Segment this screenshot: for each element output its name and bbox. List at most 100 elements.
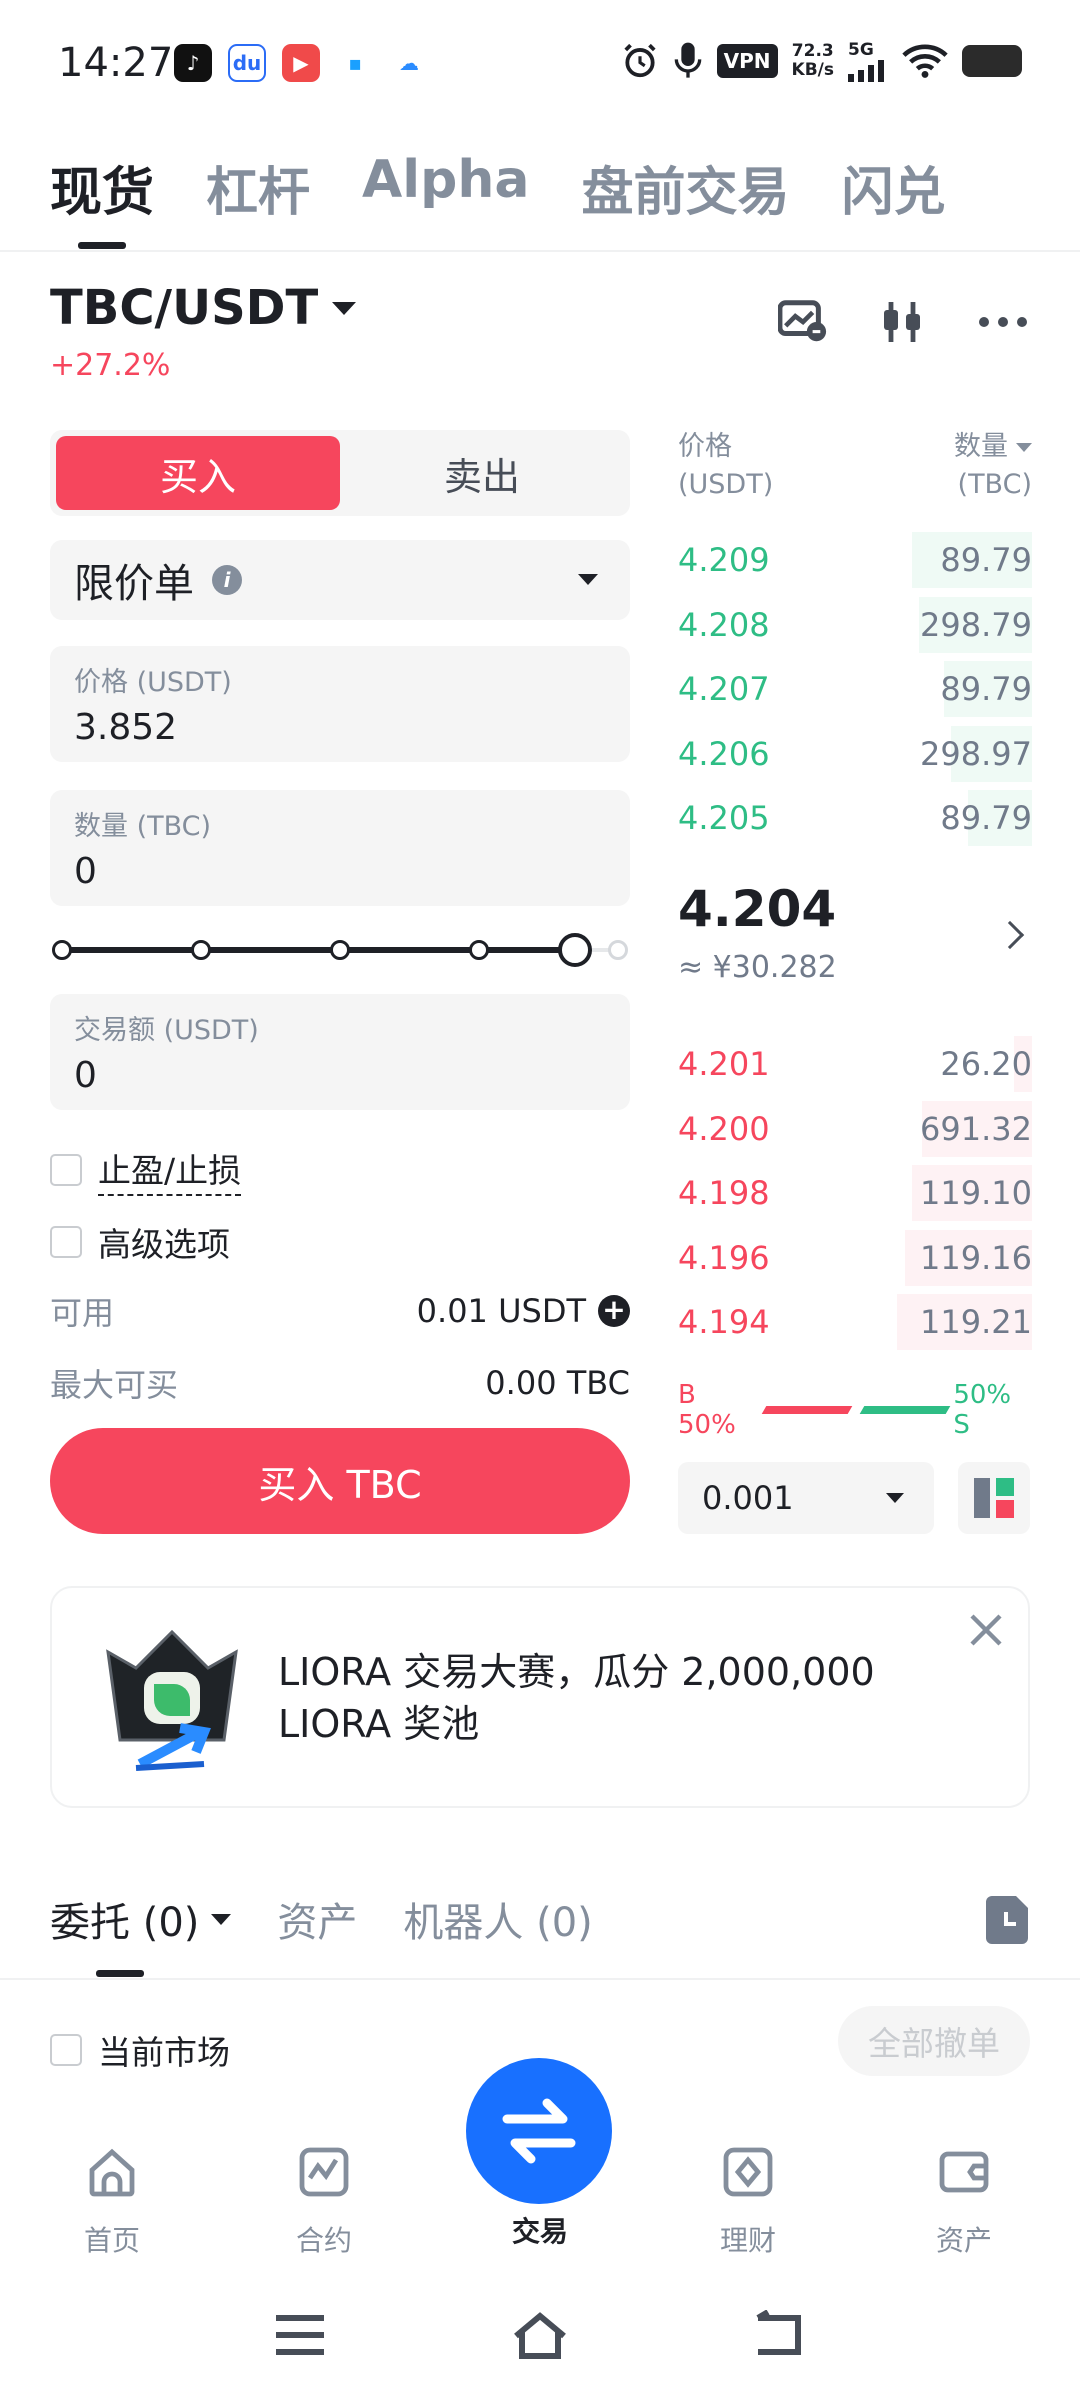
- slider-step-3[interactable]: [469, 940, 489, 960]
- advanced-checkbox[interactable]: [50, 1226, 82, 1258]
- ask-qty: 298.97: [920, 734, 1032, 773]
- bid-row[interactable]: 4.198 119.10: [678, 1165, 1032, 1221]
- pair-symbol: TBC/USDT: [50, 280, 319, 336]
- amount-input[interactable]: 0: [74, 851, 606, 892]
- total-field[interactable]: 交易额 (USDT) 0: [50, 994, 630, 1110]
- ask-row[interactable]: 4.209 89.79: [678, 532, 1032, 588]
- max-buy-row: 最大可买 0.00 TBC: [50, 1360, 630, 1406]
- notification-icons: ♪ du ▶ ▪ ☁: [174, 44, 428, 82]
- slider-thumb[interactable]: [557, 933, 592, 967]
- nav-futures[interactable]: 合约: [264, 2146, 384, 2259]
- bid-row[interactable]: 4.200 691.32: [678, 1100, 1032, 1157]
- bid-price: 4.194: [678, 1303, 770, 1341]
- nav-assets[interactable]: 资产: [904, 2146, 1024, 2259]
- info-icon[interactable]: i: [212, 565, 242, 595]
- bid-price: 4.200: [678, 1109, 770, 1148]
- nav-earn[interactable]: 理财: [688, 2146, 808, 2259]
- cancel-all-button[interactable]: 全部撤单: [838, 2006, 1030, 2076]
- bid-qty: 119.21: [920, 1303, 1032, 1341]
- ask-price: 4.205: [678, 799, 770, 837]
- home-icon: [89, 2148, 135, 2197]
- ask-qty: 89.79: [940, 541, 1032, 579]
- sell-tab[interactable]: 卖出: [340, 436, 624, 510]
- current-market-checkbox[interactable]: [50, 2034, 82, 2066]
- tp-sl-option[interactable]: 止盈/止损: [50, 1144, 242, 1196]
- buy-ratio-bar: [761, 1406, 852, 1414]
- tick-size-value: 0.001: [702, 1479, 794, 1517]
- bid-qty: 119.10: [920, 1174, 1032, 1212]
- tab-premarket[interactable]: 盘前交易: [581, 150, 789, 225]
- tab-bots[interactable]: 机器人 (0): [403, 1890, 592, 1948]
- bid-qty: 26.20: [940, 1045, 1032, 1083]
- buy-tab[interactable]: 买入: [56, 436, 340, 510]
- qty-column-header[interactable]: 数量 (TBC): [954, 428, 1032, 504]
- book-layout-button[interactable]: [958, 1462, 1030, 1534]
- ask-qty: 89.79: [940, 799, 1032, 837]
- slider-step-1[interactable]: [191, 940, 211, 960]
- slider-fill: [62, 947, 591, 953]
- current-market-filter[interactable]: 当前市场: [50, 2026, 230, 2074]
- ask-row[interactable]: 4.208 298.79: [678, 596, 1032, 653]
- banner-line-1: LIORA 交易大赛，瓜分 2,000,000: [278, 1650, 875, 1694]
- available-label: 可用: [50, 1294, 115, 1332]
- pair-selector[interactable]: TBC/USDT: [50, 280, 357, 336]
- swap-icon: [502, 2098, 576, 2164]
- amount-field-label: 数量 (TBC): [74, 811, 212, 842]
- market-type-tabs: 现货 杠杆 Alpha 盘前交易 闪兑: [50, 150, 945, 225]
- chevron-right-icon[interactable]: [995, 920, 1025, 950]
- video-app-icon: ▶: [282, 44, 320, 82]
- ask-qty: 298.79: [920, 605, 1032, 644]
- ask-row[interactable]: 4.207 89.79: [678, 661, 1032, 717]
- bid-row[interactable]: 4.201 26.20: [678, 1036, 1032, 1092]
- add-funds-icon[interactable]: +: [598, 1295, 630, 1327]
- wifi-icon: [902, 44, 948, 78]
- tab-convert[interactable]: 闪兑: [841, 150, 945, 225]
- ask-row[interactable]: 4.206 298.97: [678, 725, 1032, 782]
- candlestick-icon[interactable]: [876, 295, 930, 349]
- slider-step-4[interactable]: [608, 940, 628, 960]
- home-icon[interactable]: [510, 2310, 570, 2360]
- ask-price: 4.209: [678, 541, 770, 579]
- tab-alpha[interactable]: Alpha: [362, 150, 529, 225]
- bid-price: 4.201: [678, 1045, 770, 1083]
- amount-slider[interactable]: [50, 930, 630, 970]
- chart-icon[interactable]: [776, 295, 830, 349]
- more-icon[interactable]: [976, 295, 1030, 349]
- cloud-app-icon: ☁: [390, 44, 428, 82]
- tab-margin[interactable]: 杠杆: [206, 150, 310, 225]
- bid-row[interactable]: 4.196 119.16: [678, 1229, 1032, 1286]
- close-icon[interactable]: [966, 1610, 1006, 1650]
- tp-sl-checkbox[interactable]: [50, 1154, 82, 1186]
- alarm-icon: [624, 43, 656, 78]
- divider: [0, 1978, 1080, 1980]
- tab-open-orders[interactable]: 委托 (0): [50, 1890, 232, 1948]
- price-input[interactable]: 3.852: [74, 707, 606, 748]
- message-app-icon: ▪: [336, 44, 374, 82]
- order-history-icon[interactable]: [986, 1896, 1028, 1944]
- tick-size-select[interactable]: 0.001: [678, 1462, 934, 1534]
- order-type-select[interactable]: 限价单 i: [50, 540, 630, 620]
- back-icon[interactable]: [750, 2310, 810, 2360]
- promo-banner[interactable]: LIORA 交易大赛，瓜分 2,000,000 LIORA 奖池: [50, 1586, 1030, 1808]
- tab-assets[interactable]: 资产: [277, 1890, 357, 1948]
- caret-down-icon: [1016, 443, 1032, 452]
- tab-spot[interactable]: 现货: [50, 150, 154, 225]
- nav-home[interactable]: 首页: [52, 2146, 172, 2259]
- bid-row[interactable]: 4.194 119.21: [678, 1294, 1032, 1350]
- slider-step-2[interactable]: [330, 940, 350, 960]
- buy-submit-button[interactable]: 买入 TBC: [50, 1428, 630, 1534]
- menu-icon[interactable]: [270, 2310, 330, 2360]
- price-field[interactable]: 价格 (USDT) 3.852: [50, 646, 630, 762]
- nav-trade-button[interactable]: [466, 2058, 612, 2204]
- current-market-label: 当前市场: [98, 2033, 230, 2072]
- advanced-option[interactable]: 高级选项: [50, 1218, 230, 1266]
- total-input[interactable]: 0: [74, 1055, 606, 1096]
- signal-icon: 5G: [848, 40, 888, 82]
- amount-field[interactable]: 数量 (TBC) 0: [50, 790, 630, 906]
- sell-ratio-bar: [859, 1406, 950, 1414]
- ask-row[interactable]: 4.205 89.79: [678, 790, 1032, 846]
- available-row: 可用 0.01 USDT +: [50, 1288, 630, 1334]
- slider-step-0[interactable]: [52, 940, 72, 960]
- active-tab-indicator: [78, 242, 126, 249]
- net-speed: 72.3 KB/s: [791, 41, 834, 80]
